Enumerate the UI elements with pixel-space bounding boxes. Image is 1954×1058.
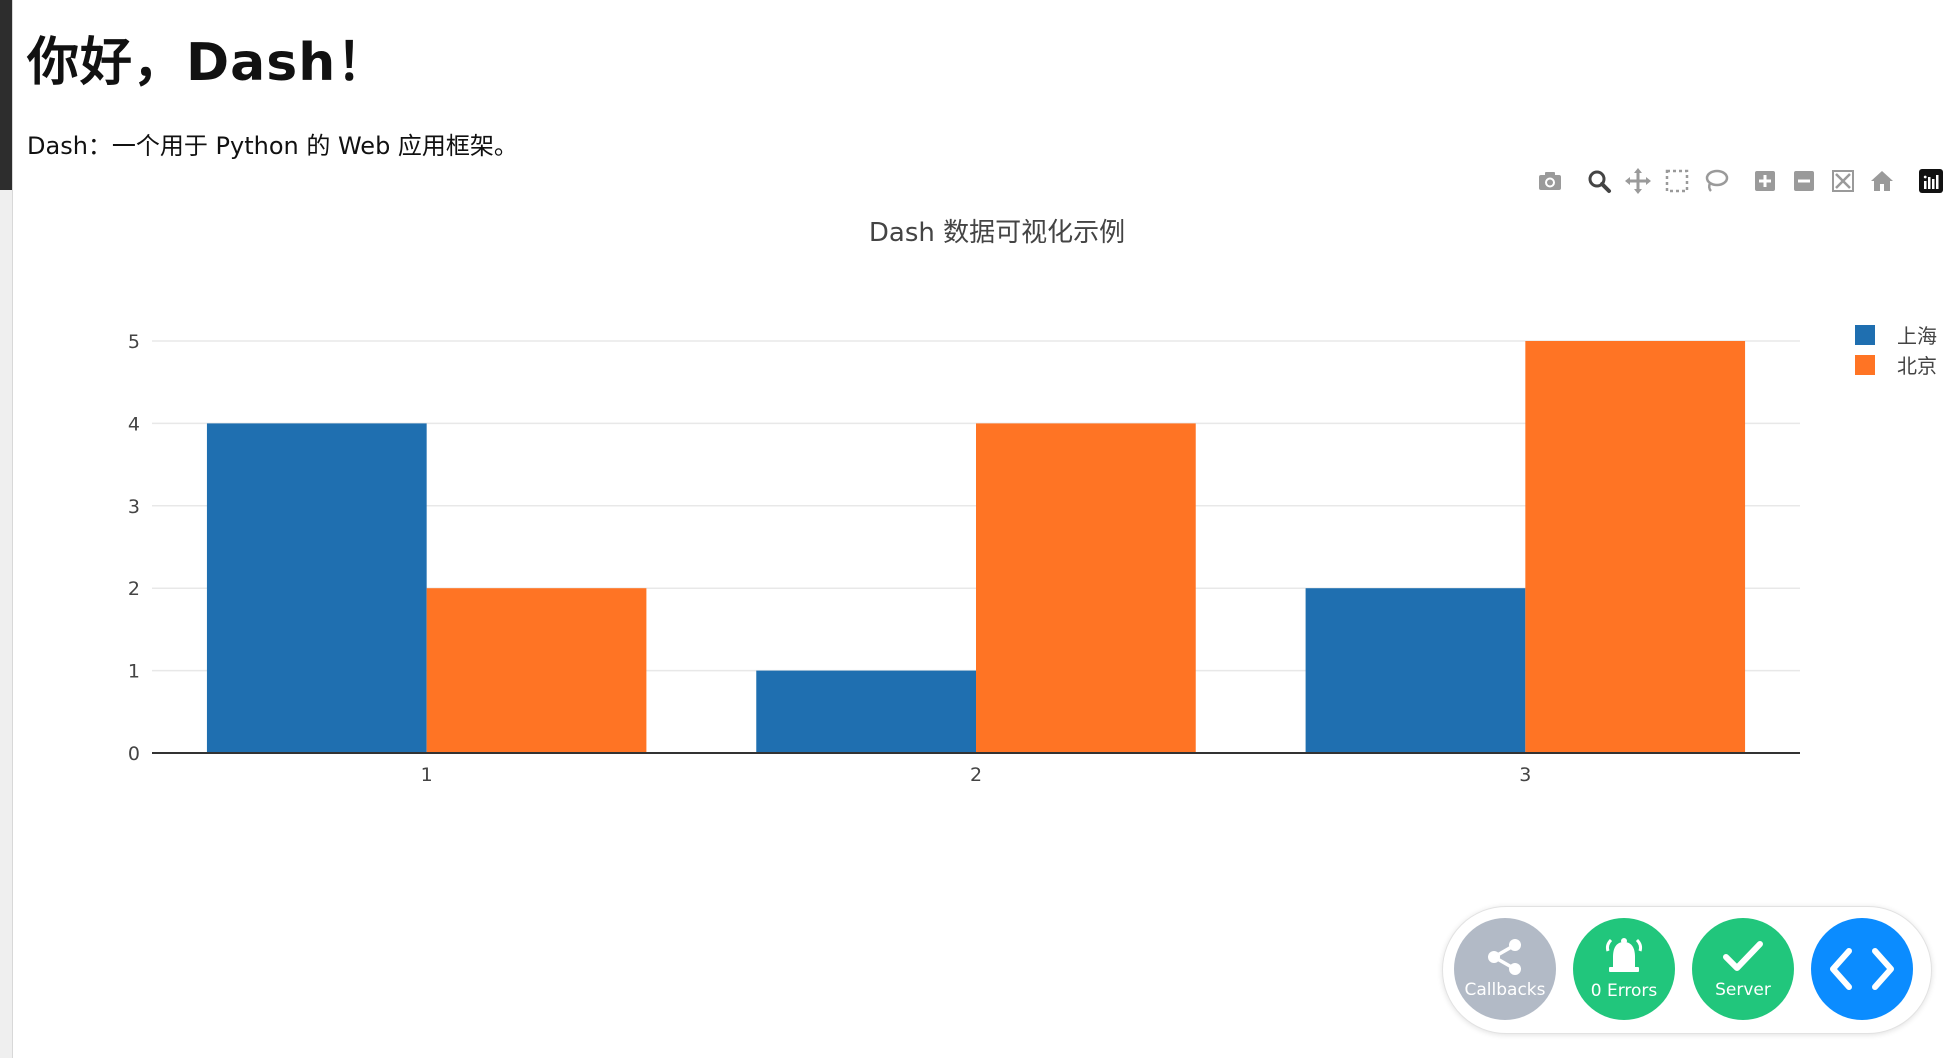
x-tick-label: 2 [970, 764, 982, 786]
zoom-out-icon[interactable] [1789, 166, 1819, 196]
callbacks-button[interactable]: Callbacks [1454, 918, 1556, 1020]
server-label: Server [1715, 980, 1771, 1000]
pan-icon[interactable] [1623, 166, 1653, 196]
bar-北京-1[interactable] [426, 588, 647, 753]
page-subtitle: Dash：一个用于 Python 的 Web 应用框架。 [27, 132, 518, 160]
app-page: 你好，Dash！ Dash：一个用于 Python 的 Web 应用框架。 Da… [0, 0, 1954, 1058]
legend-label[interactable]: 北京 [1897, 354, 1937, 378]
code-brackets-icon [1830, 948, 1894, 990]
chart-bars [206, 341, 1746, 753]
legend-swatch-北京[interactable] [1855, 355, 1875, 375]
devtools-toggle-button[interactable] [1811, 918, 1913, 1020]
y-tick-label: 1 [128, 661, 140, 683]
server-button[interactable]: Server [1692, 918, 1794, 1020]
x-tick-label: 1 [421, 764, 433, 786]
plot-modebar [1535, 166, 1954, 196]
bar-上海-1[interactable] [206, 423, 427, 753]
autoscale-icon[interactable] [1828, 166, 1858, 196]
checkmark-icon [1723, 941, 1763, 971]
bar-chart: Dash 数据可视化示例 0 1 2 3 4 5 1 2 3 上海北京 [128, 218, 1937, 786]
bar-上海-3[interactable] [1305, 588, 1526, 753]
background-window-dark-edge [0, 0, 12, 190]
bar-上海-2[interactable] [756, 670, 976, 753]
bar-北京-2[interactable] [976, 423, 1196, 753]
page-title: 你好，Dash！ [27, 33, 390, 93]
box-select-icon[interactable] [1662, 166, 1692, 196]
errors-label: 0 Errors [1590, 981, 1658, 1001]
legend-label[interactable]: 上海 [1897, 324, 1937, 348]
lasso-icon[interactable] [1701, 166, 1731, 196]
legend-swatch-上海[interactable] [1855, 325, 1875, 345]
camera-icon[interactable] [1535, 166, 1565, 196]
share-icon [1488, 939, 1521, 975]
dash-devtools-bar: Callbacks 0 Errors Server [1442, 906, 1932, 1034]
bar-北京-3[interactable] [1525, 341, 1746, 753]
y-tick-label: 0 [128, 743, 140, 765]
zoom-in-icon[interactable] [1750, 166, 1780, 196]
zoom-icon[interactable] [1584, 166, 1614, 196]
y-tick-label: 5 [128, 331, 140, 353]
reset-axes-icon[interactable] [1867, 166, 1897, 196]
chart-legend: 上海北京 [1855, 324, 1937, 378]
plotly-logo-icon[interactable] [1916, 166, 1946, 196]
x-tick-label: 3 [1519, 764, 1531, 786]
y-tick-label: 2 [128, 578, 140, 600]
callbacks-label: Callbacks [1464, 980, 1546, 1000]
y-tick-label: 3 [128, 496, 140, 518]
errors-button[interactable]: 0 Errors [1573, 918, 1675, 1020]
bell-icon [1605, 938, 1643, 972]
chart-title: Dash 数据可视化示例 [869, 218, 1125, 248]
y-tick-label: 4 [128, 413, 140, 435]
